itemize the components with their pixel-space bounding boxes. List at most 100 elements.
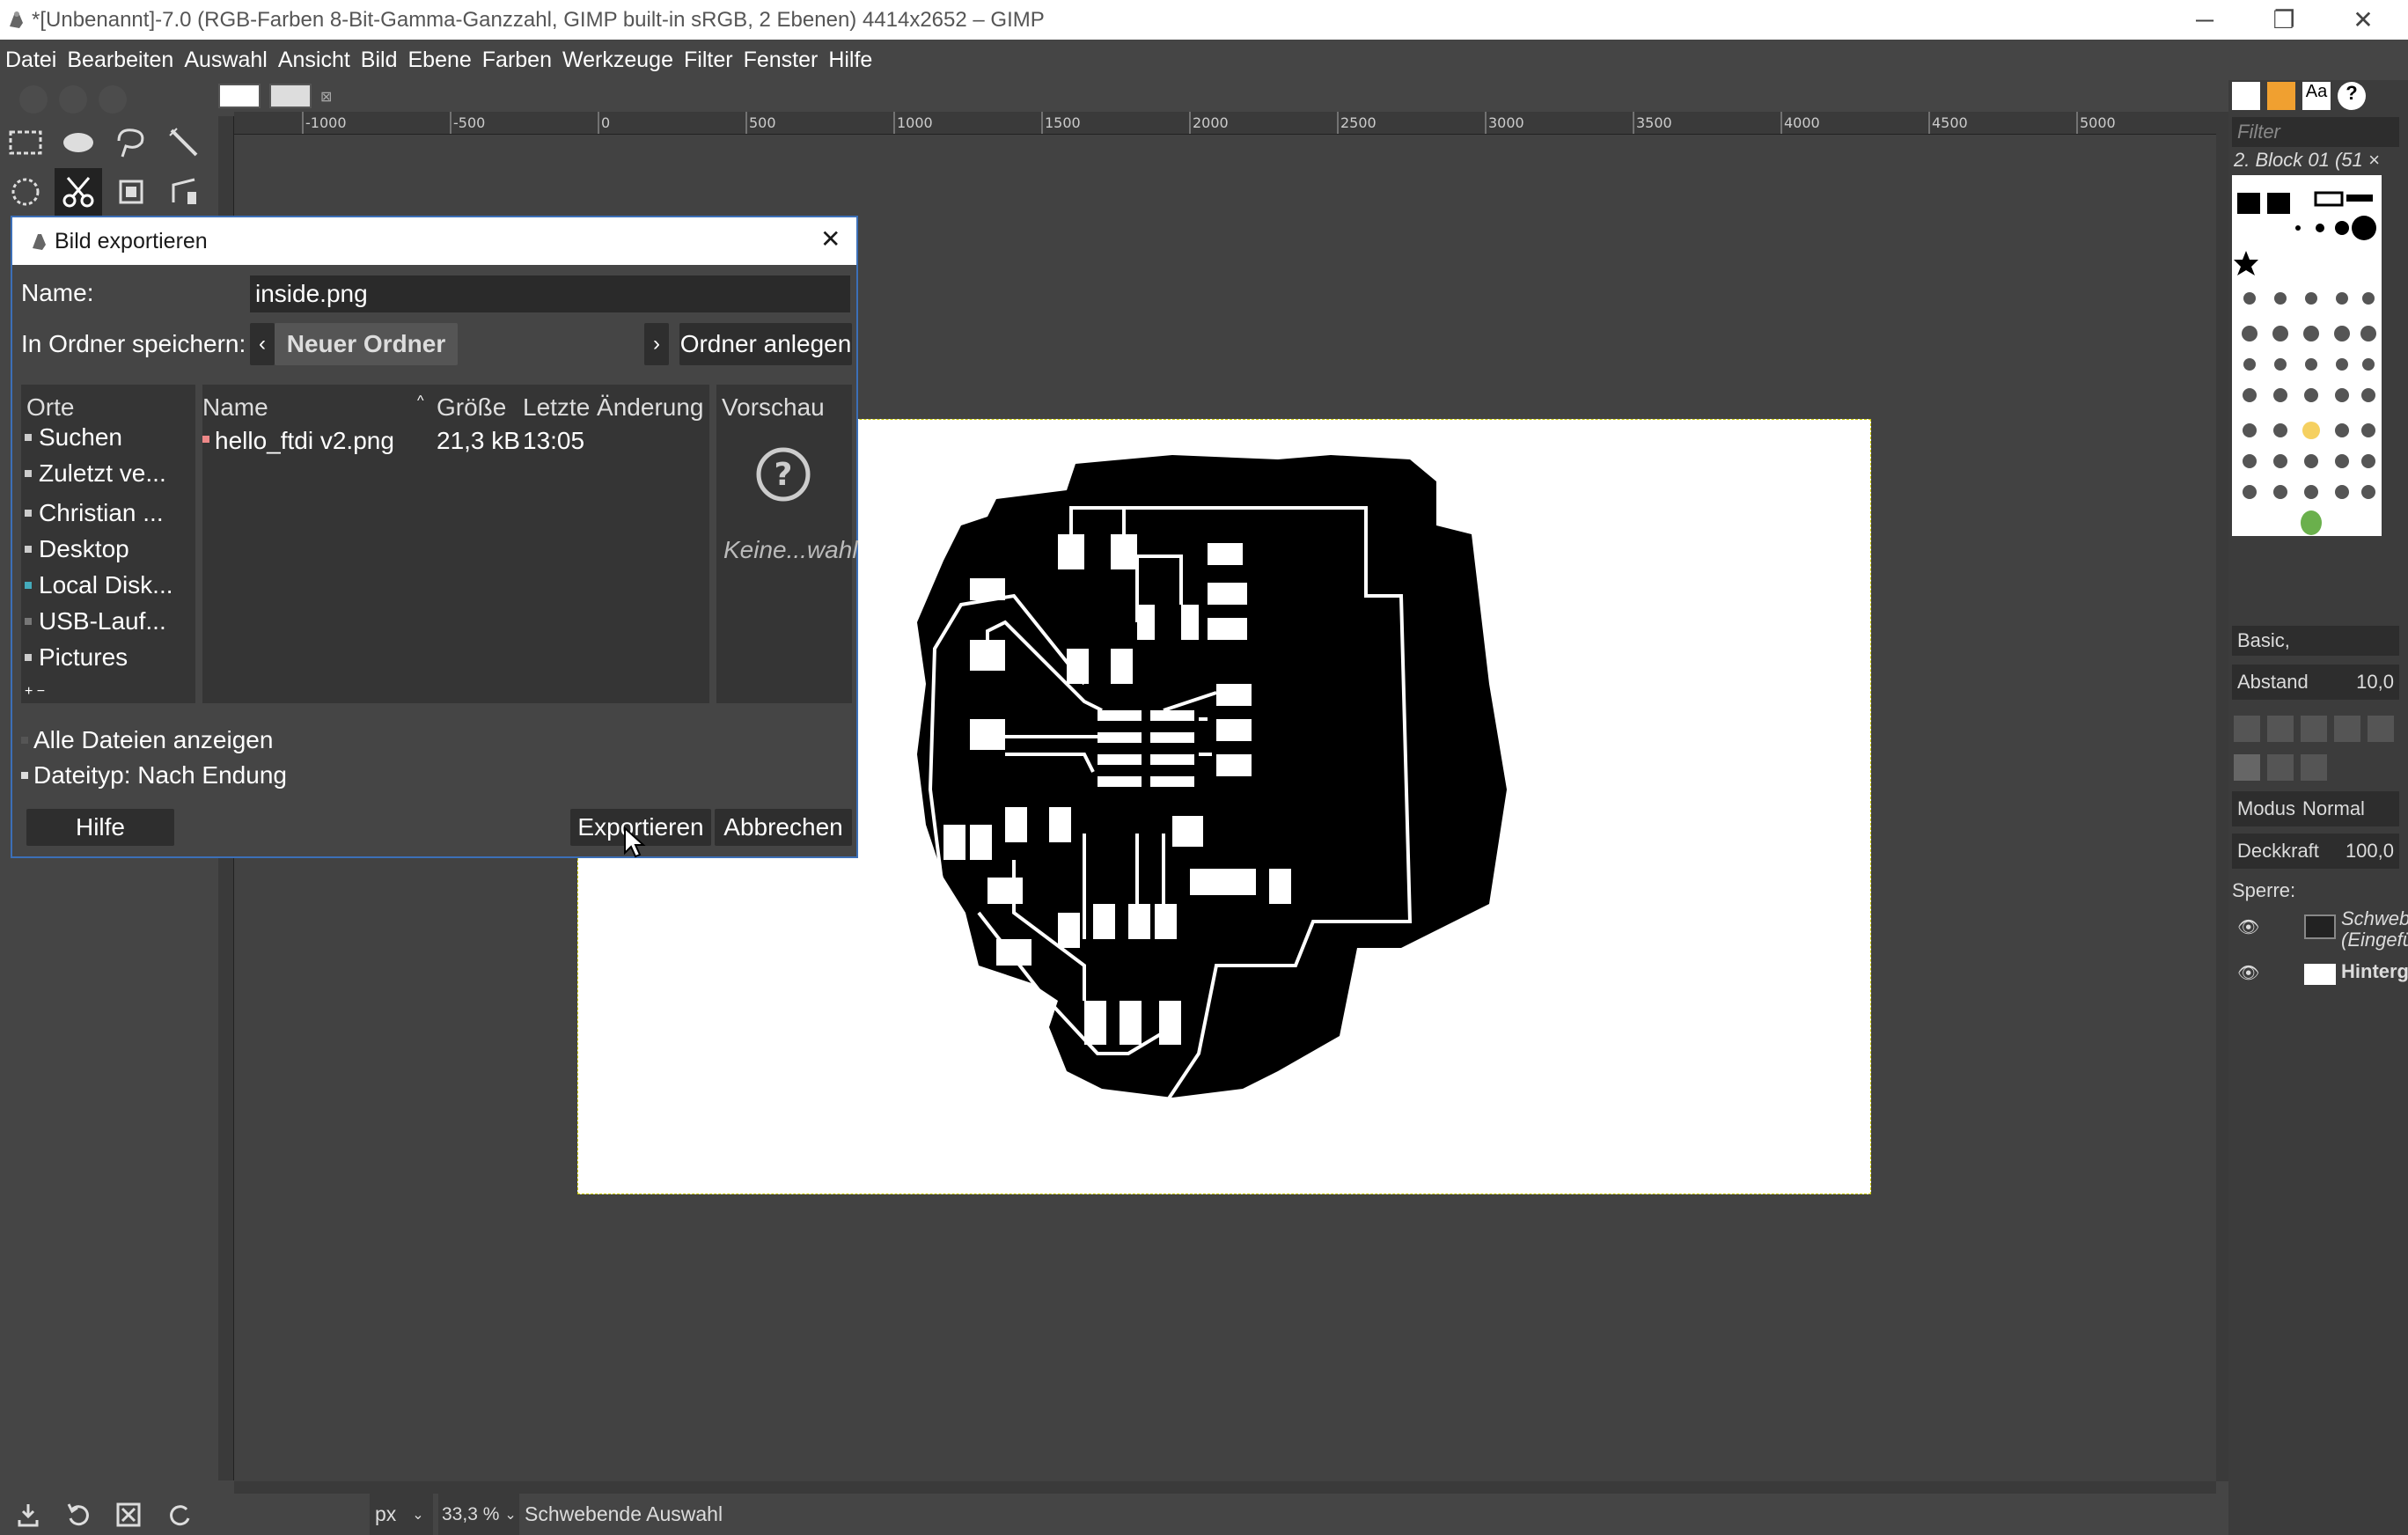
layers-dock-tabs: [2234, 754, 2327, 781]
filename-input[interactable]: inside.png: [250, 275, 850, 312]
image-tab-2[interactable]: [269, 84, 312, 108]
delete-icon[interactable]: [116, 1502, 141, 1527]
layer-row[interactable]: 👁 Hinterg: [2232, 957, 2408, 992]
brushes-tab-icon[interactable]: [2232, 82, 2260, 110]
mouse-cursor-icon: [624, 826, 646, 858]
place-label: Christian ...: [39, 499, 164, 526]
add-remove-place-buttons[interactable]: + −: [25, 684, 45, 700]
wilber-logo: [19, 85, 127, 114]
lasso-tool-icon[interactable]: [107, 119, 155, 166]
column-name-header[interactable]: Name: [202, 393, 268, 422]
place-item-usb[interactable]: USB-Lauf...: [25, 604, 166, 639]
right-dock: Aa ? Filter 2. Block 01 (51 × Basic, Abs…: [2228, 80, 2408, 1535]
menu-bild[interactable]: Bild: [361, 48, 398, 73]
folder-prev-button[interactable]: ‹: [250, 323, 275, 365]
menu-werkzeuge[interactable]: Werkzeuge: [562, 48, 673, 73]
delete-brush-icon[interactable]: [2334, 716, 2360, 742]
spacing-field[interactable]: Abstand 10,0: [2232, 665, 2399, 700]
menu-ansicht[interactable]: Ansicht: [278, 48, 350, 73]
folder-icon: [25, 654, 32, 661]
save-icon[interactable]: [16, 1502, 40, 1527]
patterns-tab-icon[interactable]: [2267, 82, 2295, 110]
place-item-home[interactable]: Christian ...: [25, 496, 164, 531]
menu-bearbeiten[interactable]: Bearbeiten: [67, 48, 173, 73]
horizontal-scrollbar[interactable]: [234, 1481, 2216, 1494]
menu-fenster[interactable]: Fenster: [744, 48, 819, 73]
window-titlebar: *[Unbenannt]-7.0 (RGB-Farben 8-Bit-Gamma…: [0, 0, 2408, 40]
layers-tab-icon[interactable]: [2234, 754, 2260, 781]
close-icon[interactable]: ✕: [820, 224, 841, 253]
undo-icon[interactable]: [65, 1502, 90, 1527]
create-folder-button[interactable]: Ordner anlegen: [679, 323, 852, 365]
folder-crumb-button[interactable]: Neuer Ordner: [275, 323, 458, 365]
ruler-tick-label: -500: [453, 114, 485, 131]
file-modified: 13:05: [523, 427, 585, 454]
ruler-tick-label: 3500: [1636, 114, 1672, 131]
show-all-files-label: Alle Dateien anzeigen: [33, 726, 274, 753]
ruler-tick-label: 5000: [2080, 114, 2116, 131]
file-row[interactable]: hello_ftdi v2.png 21,3 kB 13:05: [202, 423, 695, 459]
filetype-expander[interactable]: Dateityp: Nach Endung: [21, 761, 287, 790]
menu-hilfe[interactable]: Hilfe: [828, 48, 872, 73]
image-tab-1[interactable]: [218, 84, 261, 108]
channels-tab-icon[interactable]: [2267, 754, 2294, 781]
ruler-tick-label: -1000: [305, 114, 347, 131]
place-label: Local Disk...: [39, 571, 173, 599]
ruler-tick-label: 500: [749, 114, 776, 131]
place-item-local-disk[interactable]: Local Disk...: [25, 568, 173, 603]
transform-tool-icon[interactable]: [160, 168, 208, 216]
folder-next-button[interactable]: ›: [644, 323, 669, 365]
zoom-select[interactable]: 33,3 % ⌄: [438, 1494, 519, 1535]
file-size: 21,3 kB: [437, 427, 520, 454]
show-all-files-checkbox[interactable]: Alle Dateien anzeigen: [21, 726, 273, 754]
scissors-tool-icon[interactable]: [55, 168, 102, 216]
file-name: hello_ftdi v2.png: [215, 427, 394, 454]
menu-ebene[interactable]: Ebene: [407, 48, 471, 73]
menu-datei[interactable]: Datei: [5, 48, 56, 73]
menu-farben[interactable]: Farben: [482, 48, 552, 73]
fuzzy-select-tool-icon[interactable]: [160, 119, 208, 166]
place-item-search[interactable]: Suchen: [25, 420, 122, 455]
help-button[interactable]: Hilfe: [26, 809, 174, 846]
menu-filter[interactable]: Filter: [684, 48, 733, 73]
new-brush-icon[interactable]: [2267, 716, 2294, 742]
zoom-value: 33,3 %: [442, 1503, 500, 1524]
paths-tab-icon[interactable]: [2301, 754, 2327, 781]
foreground-select-tool-icon[interactable]: [2, 168, 49, 216]
brush-filter-input[interactable]: Filter: [2232, 117, 2399, 147]
crop-tool-icon[interactable]: [107, 168, 155, 216]
export-dialog: Bild exportieren ✕ Name: inside.png In O…: [11, 216, 858, 858]
rect-select-tool-icon[interactable]: [2, 119, 49, 166]
brush-grid[interactable]: [2232, 175, 2382, 536]
close-tab-icon[interactable]: ⊠: [320, 88, 332, 105]
fonts-tab-icon[interactable]: Aa: [2302, 82, 2331, 110]
opacity-field[interactable]: Deckkraft 100,0: [2232, 834, 2399, 869]
vertical-scrollbar[interactable]: [2216, 112, 2228, 1481]
chevron-down-icon: ⌄: [412, 1507, 424, 1523]
reset-icon[interactable]: [169, 1502, 194, 1527]
mode-select[interactable]: Modus Normal: [2232, 791, 2399, 826]
eye-icon[interactable]: 👁: [2237, 962, 2259, 984]
place-item-recent[interactable]: Zuletzt ve...: [25, 456, 166, 491]
duplicate-brush-icon[interactable]: [2301, 716, 2327, 742]
place-item-desktop[interactable]: Desktop: [25, 532, 129, 567]
help-tab-icon[interactable]: ?: [2338, 82, 2366, 110]
ellipse-select-tool-icon[interactable]: [55, 119, 102, 166]
edit-brush-icon[interactable]: [2234, 716, 2260, 742]
place-label: Pictures: [39, 643, 128, 671]
place-item-pictures[interactable]: Pictures: [25, 640, 128, 675]
refresh-brushes-icon[interactable]: [2368, 716, 2394, 742]
column-modified-header[interactable]: Letzte Änderung: [523, 393, 704, 422]
layer-row[interactable]: 👁 Schwebe (Eingefü: [2232, 907, 2408, 951]
brush-preset-select[interactable]: Basic,: [2232, 626, 2399, 656]
unit-select[interactable]: px ⌄: [370, 1494, 433, 1535]
close-window-button[interactable]: ✕: [2324, 0, 2403, 40]
minimize-button[interactable]: ─: [2165, 0, 2244, 40]
column-size-header[interactable]: Größe: [437, 393, 506, 422]
eye-icon[interactable]: 👁: [2237, 916, 2259, 938]
lock-label: Sperre:: [2232, 879, 2296, 901]
layer-name: Schwebe: [2341, 907, 2408, 929]
cancel-button[interactable]: Abbrechen: [715, 809, 852, 846]
menu-auswahl[interactable]: Auswahl: [184, 48, 268, 73]
maximize-button[interactable]: ❐: [2244, 0, 2324, 40]
